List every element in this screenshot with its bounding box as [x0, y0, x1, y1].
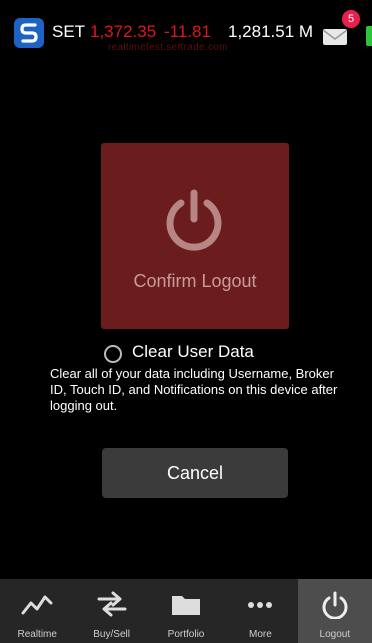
tab-portfolio[interactable]: Portfolio	[149, 579, 223, 643]
bottom-tab-bar: Realtime Buy/Sell Portfolio More Logout	[0, 579, 372, 643]
swap-arrows-icon	[97, 591, 127, 617]
tab-realtime[interactable]: Realtime	[0, 579, 74, 643]
folder-icon	[172, 596, 201, 615]
confirm-logout-label: Confirm Logout	[133, 271, 257, 291]
server-url: realtimetest.settrade.com	[108, 42, 228, 53]
index-value: 1,372.35	[90, 22, 157, 41]
power-icon	[322, 591, 348, 619]
battery-icon	[366, 26, 372, 46]
tab-label: Buy/Sell	[93, 629, 130, 640]
market-label: SET	[52, 22, 86, 41]
tab-buy-sell[interactable]: Buy/Sell	[74, 579, 148, 643]
index-change: -11.81	[164, 22, 211, 41]
tab-more[interactable]: More	[223, 579, 297, 643]
tab-label: Logout	[319, 629, 351, 640]
confirm-logout-button[interactable]: Confirm Logout	[101, 143, 289, 329]
app-logo-icon	[14, 18, 44, 48]
clear-user-data-radio[interactable]	[104, 345, 122, 363]
market-volume: 1,281.51 M	[228, 22, 314, 41]
tab-logout[interactable]: Logout	[297, 579, 372, 643]
clear-user-data-label[interactable]: Clear User Data	[132, 342, 254, 362]
chart-line-icon	[21, 595, 53, 615]
more-dots-icon	[248, 602, 273, 608]
mail-icon[interactable]	[322, 28, 348, 46]
status-header: SET 1,372.35 -11.81 1,281.51 M realtimet…	[0, 0, 372, 60]
mail-badge: 5	[342, 10, 360, 28]
clear-user-data-description: Clear all of your data including Usernam…	[50, 366, 338, 413]
tab-label: Realtime	[17, 629, 57, 640]
tab-label: More	[249, 629, 272, 640]
power-icon	[166, 189, 222, 251]
tab-label: Portfolio	[167, 629, 205, 640]
cancel-button[interactable]: Cancel	[102, 448, 288, 498]
